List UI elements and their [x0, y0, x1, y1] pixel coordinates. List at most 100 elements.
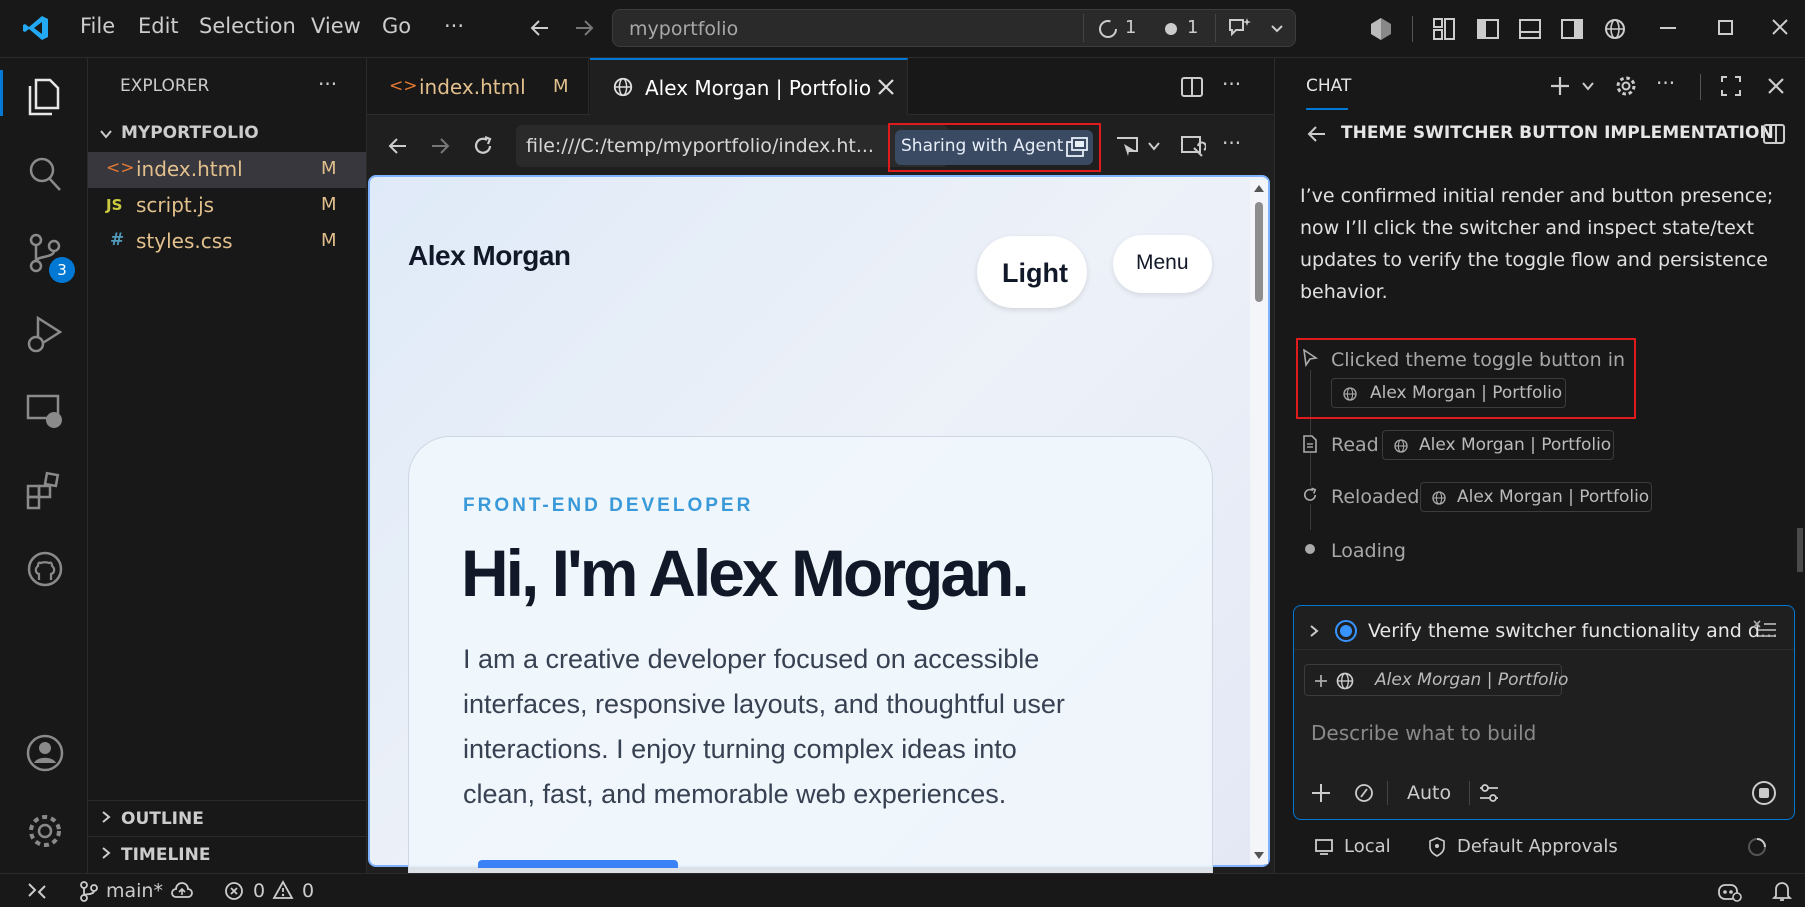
tools-sliders-icon[interactable]	[1478, 782, 1500, 804]
settings-gear-icon[interactable]	[22, 808, 68, 854]
menu-edit[interactable]: Edit	[138, 14, 179, 38]
title-bar: File Edit Selection View Go ··· myportfo…	[0, 0, 1805, 58]
explorer-icon[interactable]	[22, 72, 68, 118]
hero-cta-peek[interactable]	[478, 860, 678, 868]
theme-toggle-label: Light	[1002, 258, 1068, 288]
step-chip-label: Alex Morgan | Portfolio	[1457, 487, 1650, 507]
add-context-icon[interactable]	[1313, 673, 1329, 689]
browser-forward-icon[interactable]	[428, 134, 452, 158]
scroll-down-arrow-icon[interactable]	[1254, 852, 1264, 859]
screencast-icon[interactable]	[1114, 134, 1140, 158]
scroll-thumb[interactable]	[1255, 202, 1263, 302]
file-item-index-html[interactable]: <> index.html M	[88, 152, 366, 188]
reload-icon	[1301, 486, 1319, 504]
chevron-down-icon[interactable]	[1580, 78, 1596, 94]
context-chip[interactable]: Alex Morgan | Portfolio	[1304, 664, 1568, 696]
step-chip[interactable]: Alex Morgan | Portfolio	[1420, 482, 1652, 512]
tab-index-html[interactable]: <> index.html M	[367, 58, 589, 115]
session-title: THEME SWITCHER BUTTON IMPLEMENTATION	[1341, 123, 1774, 143]
branch-name: main*	[106, 880, 163, 902]
customize-layout-icon[interactable]	[1432, 17, 1456, 41]
problems-button[interactable]: 0 0	[224, 878, 324, 904]
step-chip[interactable]: Alex Morgan | Portfolio	[1331, 378, 1566, 408]
chat-more-icon[interactable]: ···	[1656, 71, 1675, 95]
chat-settings-gear-icon[interactable]	[1614, 74, 1638, 98]
menu-selection[interactable]: Selection	[199, 14, 296, 38]
maximize-chat-icon[interactable]	[1720, 75, 1742, 97]
copilot-status-icon[interactable]	[1716, 879, 1742, 903]
menu-view[interactable]: View	[311, 14, 361, 38]
toggle-primary-sidebar-icon[interactable]	[1476, 17, 1500, 41]
menu-button[interactable]: Menu	[1113, 235, 1212, 293]
split-editor-icon[interactable]	[1180, 75, 1204, 99]
clear-list-icon[interactable]	[1752, 618, 1778, 640]
close-chat-icon[interactable]	[1766, 76, 1786, 96]
theme-toggle-button[interactable]: Light	[977, 236, 1087, 308]
session-panel-icon[interactable]	[1762, 122, 1786, 146]
command-center[interactable]: myportfolio 1 1	[612, 9, 1296, 47]
new-chat-icon[interactable]	[1548, 74, 1572, 98]
url-bar[interactable]: file:///C:/temp/myportfolio/index.ht...	[516, 125, 948, 167]
chat-scroll-thumb[interactable]	[1797, 528, 1803, 572]
maximize-icon[interactable]	[1718, 20, 1733, 35]
site-brand[interactable]: Alex Morgan	[408, 240, 571, 272]
message-line: updates to verify the toggle flow and pe…	[1300, 249, 1768, 271]
close-window-icon[interactable]	[1771, 18, 1789, 36]
file-item-styles-css[interactable]: # styles.css M	[88, 224, 366, 260]
folder-header[interactable]: MYPORTFOLIO	[88, 120, 366, 150]
menu-go[interactable]: Go	[382, 14, 411, 38]
chevron-down-icon[interactable]	[1269, 20, 1285, 36]
menu-more[interactable]: ···	[444, 14, 464, 38]
sharing-with-agent-button[interactable]: Sharing with Agent	[895, 130, 1093, 165]
step-chip[interactable]: Alex Morgan | Portfolio	[1382, 430, 1614, 460]
browser-reload-icon[interactable]	[471, 134, 495, 158]
approvals-button[interactable]: Default Approvals	[1428, 834, 1628, 862]
github-icon[interactable]	[22, 546, 68, 592]
page-scrollbar[interactable]	[1250, 180, 1268, 864]
search-icon[interactable]	[22, 152, 68, 198]
explorer-more-icon[interactable]: ···	[318, 72, 337, 96]
copilot-icon[interactable]	[1368, 16, 1394, 42]
devtools-icon[interactable]	[1180, 134, 1206, 158]
editor-more-icon[interactable]: ···	[1222, 72, 1241, 96]
chat-sparkle-icon[interactable]	[1227, 16, 1253, 40]
timeline-section[interactable]: TIMELINE	[88, 836, 366, 870]
chevron-right-icon	[98, 845, 114, 861]
extensions-icon[interactable]	[22, 468, 68, 514]
chat-back-icon[interactable]	[1305, 122, 1329, 146]
globe-icon[interactable]	[1603, 17, 1627, 41]
message-line: I’ve confirmed initial render and button…	[1300, 185, 1774, 207]
remote-indicator-icon[interactable]	[26, 880, 48, 902]
vscode-logo-icon	[22, 14, 50, 42]
agent-mode-icon[interactable]	[1354, 783, 1374, 803]
local-target-button[interactable]: Local	[1314, 834, 1414, 862]
menu-file[interactable]: File	[80, 14, 115, 38]
remote-explorer-icon[interactable]	[22, 388, 68, 434]
outline-section[interactable]: OUTLINE	[88, 800, 366, 834]
toggle-secondary-sidebar-icon[interactable]	[1560, 17, 1584, 41]
branch-button[interactable]: main*	[78, 878, 198, 904]
chevron-down-icon[interactable]	[1146, 138, 1162, 154]
browser-back-icon[interactable]	[386, 134, 410, 158]
browser-more-icon[interactable]: ···	[1222, 131, 1241, 155]
tab-browser-portfolio[interactable]: Alex Morgan | Portfolio	[590, 58, 908, 115]
chat-input[interactable]: Describe what to build	[1304, 710, 1784, 754]
nav-back-icon[interactable]	[528, 16, 552, 40]
stop-button-icon[interactable]	[1752, 781, 1776, 805]
run-debug-icon[interactable]	[22, 310, 68, 356]
scroll-up-arrow-icon[interactable]	[1254, 185, 1264, 192]
nav-forward-icon[interactable]	[572, 16, 596, 40]
account-icon[interactable]	[22, 730, 68, 776]
minimize-icon[interactable]	[1660, 27, 1676, 29]
cloud-sync-icon	[170, 881, 194, 901]
toggle-panel-icon[interactable]	[1518, 17, 1542, 41]
close-tab-icon[interactable]	[876, 77, 896, 97]
chevron-right-icon	[1306, 623, 1322, 639]
add-attachment-icon[interactable]	[1310, 782, 1332, 804]
in-progress-icon	[1335, 620, 1357, 642]
file-item-script-js[interactable]: JS script.js M	[88, 188, 366, 224]
todo-row[interactable]: Verify theme switcher functionality and …	[1294, 612, 1794, 650]
html-file-icon: <>	[389, 76, 418, 96]
mode-selector[interactable]: Auto	[1407, 782, 1451, 804]
notifications-bell-icon[interactable]	[1772, 880, 1792, 902]
